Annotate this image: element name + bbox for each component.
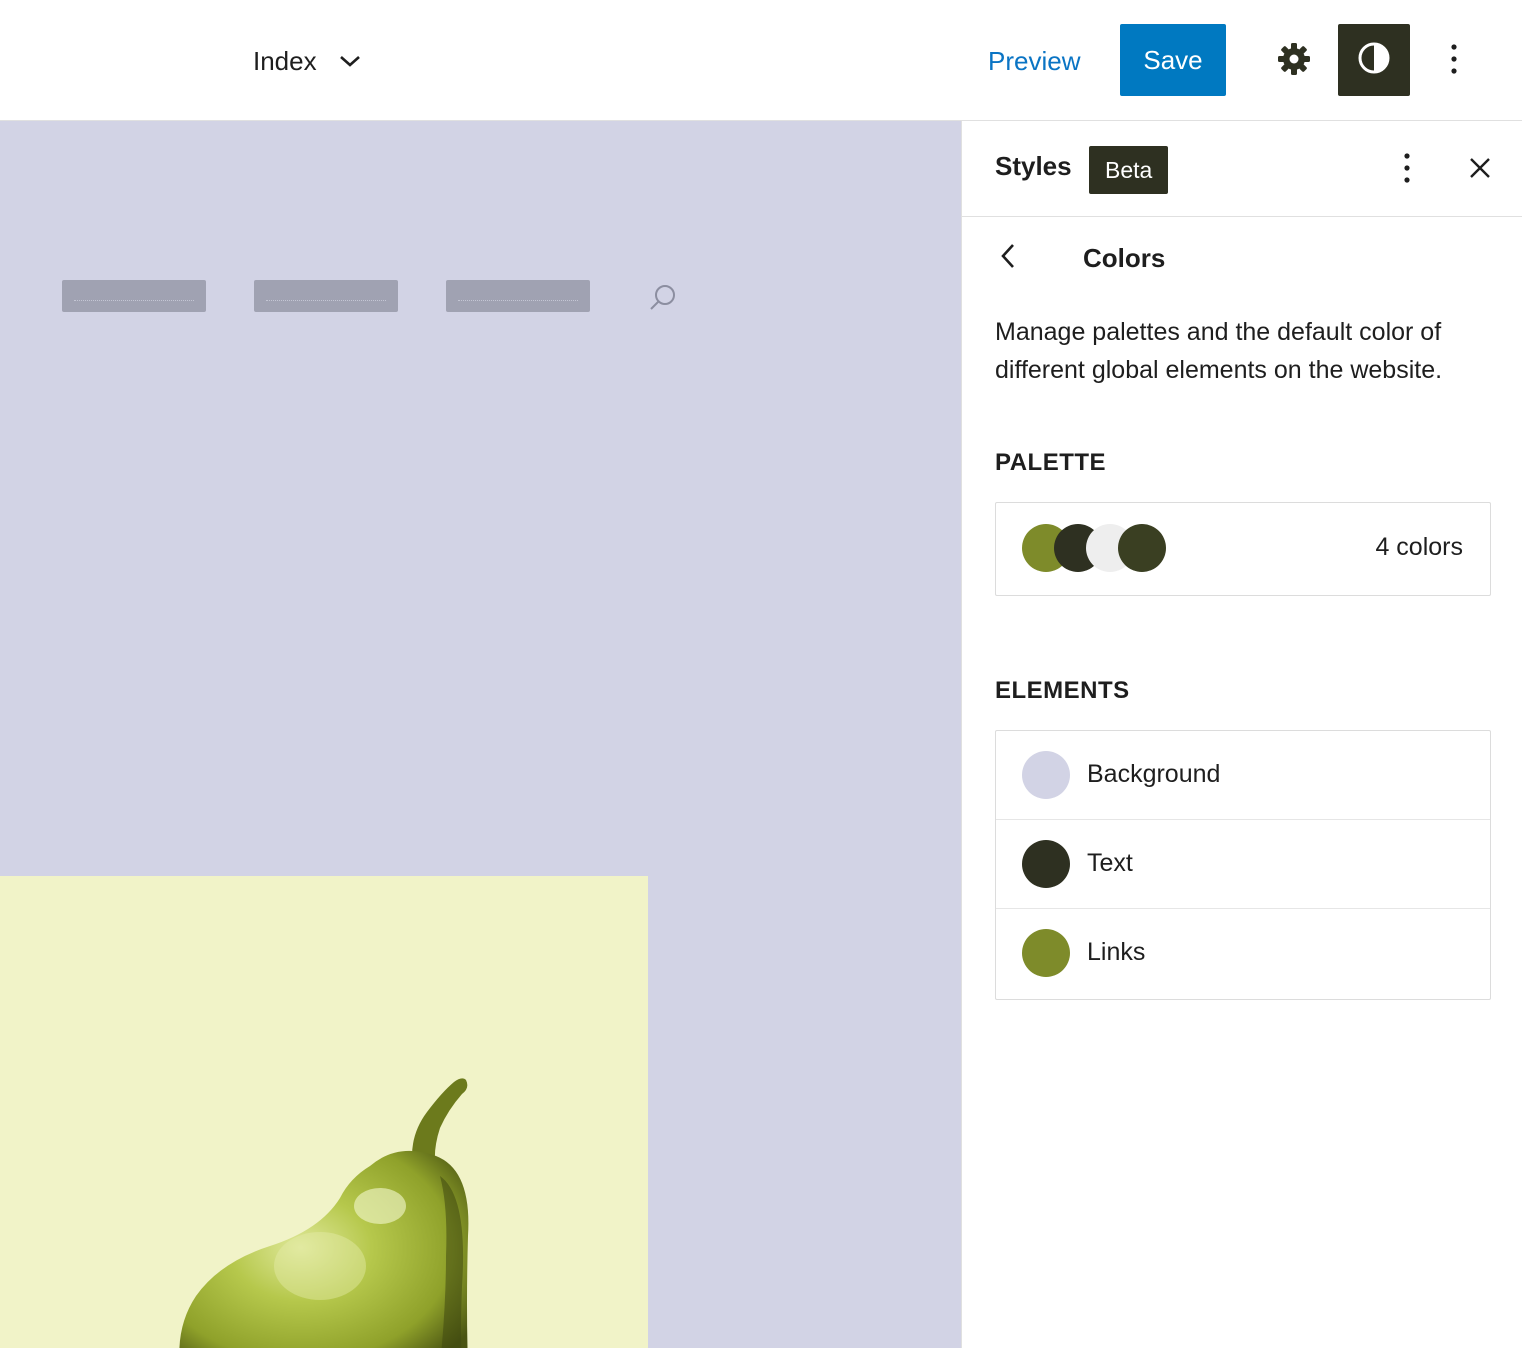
pear-image (179, 1078, 469, 1348)
save-button[interactable]: Save (1120, 24, 1226, 96)
back-button[interactable] (990, 238, 1026, 278)
half-circle-contrast-icon (1357, 41, 1391, 80)
color-swatch (1022, 840, 1070, 888)
palette-swatches (1022, 524, 1172, 572)
element-label: Background (1087, 760, 1221, 788)
settings-button[interactable] (1266, 33, 1322, 89)
palette-color-count: 4 colors (1375, 533, 1463, 561)
navigation-item-placeholder[interactable] (446, 280, 590, 312)
panel-title: Colors (1083, 243, 1166, 273)
styles-sidebar: Styles Beta Colors Manage palettes and t… (961, 121, 1522, 1348)
element-label: Text (1087, 849, 1133, 877)
element-label: Links (1087, 938, 1146, 966)
sidebar-options-button[interactable] (1387, 147, 1427, 193)
preview-button[interactable]: Preview (988, 40, 1080, 82)
sidebar-header: Styles Beta (962, 121, 1522, 217)
element-item-text[interactable]: Text (996, 819, 1490, 907)
template-title: Index (253, 45, 317, 76)
palette-heading: PALETTE (995, 449, 1107, 476)
gear-icon (1277, 42, 1311, 81)
vertical-ellipsis-icon (1450, 43, 1458, 80)
editor-canvas[interactable] (0, 121, 961, 1348)
elements-heading: ELEMENTS (995, 677, 1130, 704)
beta-badge: Beta (1089, 146, 1169, 194)
navigation-item-placeholder[interactable] (62, 280, 206, 312)
navigation-item-placeholder[interactable] (254, 280, 398, 312)
editor-header: Index Preview Save (0, 0, 1522, 121)
options-menu-button[interactable] (1432, 33, 1476, 89)
chevron-down-icon (339, 54, 361, 68)
palette-swatch (1118, 524, 1166, 572)
chevron-left-icon (1000, 243, 1016, 274)
close-sidebar-button[interactable] (1460, 150, 1500, 190)
search-icon[interactable] (646, 281, 680, 315)
color-swatch (1022, 751, 1070, 799)
color-swatch (1022, 929, 1070, 977)
close-icon (1469, 157, 1491, 184)
panel-description: Manage palettes and the default color of… (995, 318, 1443, 384)
element-item-links[interactable]: Links (996, 908, 1490, 996)
cover-image-block[interactable] (0, 876, 648, 1348)
element-item-background[interactable]: Background (996, 731, 1490, 819)
template-title-dropdown[interactable]: Index (253, 40, 361, 82)
sidebar-title: Styles (995, 151, 1072, 181)
styles-toggle-button[interactable] (1338, 24, 1410, 96)
palette-button[interactable]: 4 colors (995, 502, 1491, 596)
elements-list: Background Text Links (995, 730, 1491, 1000)
vertical-ellipsis-icon (1403, 152, 1411, 189)
